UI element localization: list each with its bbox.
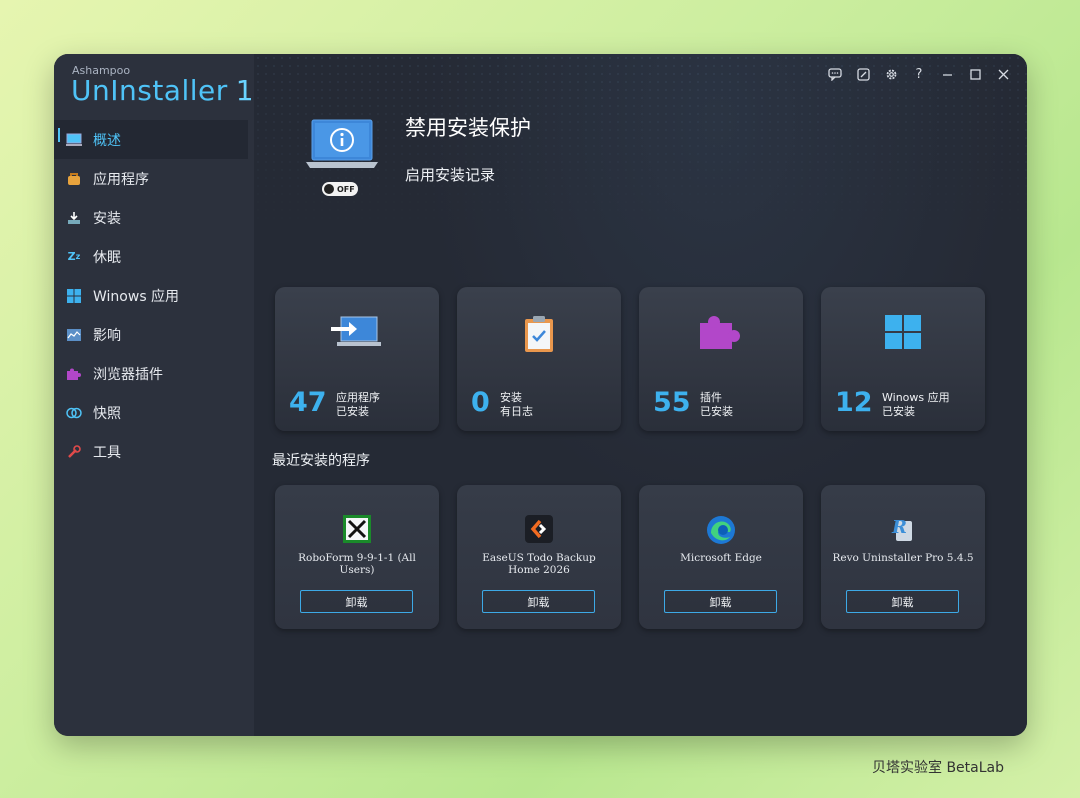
roboform-icon [275, 515, 439, 543]
help-icon[interactable]: ? [905, 62, 933, 86]
laptop-info-icon [306, 118, 378, 174]
sidebar-item-label: 浏览器插件 [93, 366, 163, 383]
edge-icon [639, 515, 803, 545]
revo-icon: R [821, 515, 985, 543]
protection-title: 禁用安装保护 [405, 116, 531, 140]
brand-name: UnInstaller [71, 74, 228, 107]
stat-card-installs[interactable]: 0 安装 有日志 [457, 287, 621, 431]
stat-label-2: 已安装 [882, 405, 915, 418]
feedback-icon[interactable] [821, 62, 849, 86]
monitor-icon [66, 132, 82, 148]
uninstall-button[interactable]: 卸载 [664, 590, 777, 613]
stat-label-2: 已安装 [700, 405, 733, 418]
program-card: R Revo Uninstaller Pro 5.4.5 卸载 [821, 485, 985, 629]
uninstall-button[interactable]: 卸载 [846, 590, 959, 613]
sidebar-item-label: 休眠 [93, 249, 121, 266]
stat-label-2: 有日志 [500, 405, 533, 418]
sidebar-nav: 概述 应用程序 安装 Zz 休眠 Winows 应用 影响 浏览器插件 快照 工… [54, 120, 254, 471]
recent-section-title: 最近安装的程序 [272, 453, 370, 469]
sleep-icon: Zz [67, 250, 81, 263]
sidebar-item-apps[interactable]: 应用程序 [54, 159, 254, 198]
sidebar: Ashampoo UnInstaller15 概述 应用程序 安装 [54, 54, 272, 736]
stat-value: 55 [653, 387, 691, 418]
svg-text:R: R [891, 517, 907, 538]
windows-logo-icon [821, 315, 985, 357]
stat-card-windows-apps[interactable]: 12 Winows 应用 已安装 [821, 287, 985, 431]
windows-icon [66, 288, 82, 304]
gear-icon[interactable] [877, 62, 905, 86]
sidebar-item-label: 快照 [93, 405, 121, 422]
protection-toggle[interactable]: OFF [322, 182, 358, 196]
program-name: Revo Uninstaller Pro 5.4.5 [832, 552, 974, 564]
program-name: Microsoft Edge [680, 552, 762, 564]
apps-installed-icon [275, 315, 439, 357]
toggle-knob [324, 184, 334, 194]
stat-value: 0 [471, 387, 490, 418]
clipboard-check-icon [457, 315, 621, 357]
sidebar-item-browser-plugins[interactable]: 浏览器插件 [54, 354, 254, 393]
package-icon [66, 171, 82, 187]
protection-subtitle[interactable]: 启用安装记录 [405, 164, 495, 185]
stat-card-apps[interactable]: 47 应用程序 已安装 [275, 287, 439, 431]
tools-icon [66, 444, 82, 460]
sidebar-item-label: Winows 应用 [93, 288, 180, 305]
sidebar-item-label: 安装 [93, 210, 121, 227]
install-icon [66, 210, 82, 226]
program-card: RoboForm 9-9-1-1 (All Users) 卸载 [275, 485, 439, 629]
sidebar-item-overview[interactable]: 概述 [54, 120, 248, 159]
program-name: RoboForm 9-9-1-1 (All Users) [298, 552, 416, 576]
stat-value: 12 [835, 387, 873, 418]
sidebar-item-snapshot[interactable]: 快照 [54, 393, 254, 432]
uninstall-button[interactable]: 卸载 [300, 590, 413, 613]
main-panel: ? OFF 禁用安装保护 启用安装记录 47 应用程序 已安装 0 安装 有日志… [254, 54, 1027, 736]
sidebar-item-tools[interactable]: 工具 [54, 432, 254, 471]
sidebar-item-label: 应用程序 [93, 171, 149, 188]
close-icon[interactable] [989, 62, 1017, 86]
sidebar-item-label: 影响 [93, 327, 121, 344]
easeus-icon [457, 515, 621, 543]
sidebar-item-label: 概述 [93, 132, 121, 149]
sidebar-item-label: 工具 [93, 444, 121, 461]
sidebar-item-windows-apps[interactable]: Winows 应用 [54, 276, 254, 315]
toggle-label: OFF [337, 184, 355, 194]
stat-label-2: 已安装 [336, 405, 369, 418]
sidebar-item-sleep[interactable]: Zz 休眠 [54, 237, 254, 276]
edit-icon[interactable] [849, 62, 877, 86]
program-card: EaseUS Todo Backup Home 2026 卸载 [457, 485, 621, 629]
program-name: EaseUS Todo Backup Home 2026 [482, 552, 596, 576]
stat-card-plugins[interactable]: 55 插件 已安装 [639, 287, 803, 431]
watermark: 贝塔实验室 BetaLab [872, 760, 1005, 776]
app-window: Ashampoo UnInstaller15 概述 应用程序 安装 [54, 54, 1027, 736]
maximize-icon[interactable] [961, 62, 989, 86]
plugin-icon [66, 366, 82, 382]
stat-value: 47 [289, 387, 327, 418]
impact-chart-icon [66, 327, 82, 343]
snapshot-icon [66, 405, 82, 421]
app-logo: UnInstaller15 [71, 74, 272, 107]
minimize-icon[interactable] [933, 62, 961, 86]
program-card: Microsoft Edge 卸载 [639, 485, 803, 629]
window-controls: ? [821, 62, 1017, 86]
sidebar-item-impact[interactable]: 影响 [54, 315, 254, 354]
sidebar-item-install[interactable]: 安装 [54, 198, 254, 237]
puzzle-icon [639, 315, 803, 357]
uninstall-button[interactable]: 卸载 [482, 590, 595, 613]
